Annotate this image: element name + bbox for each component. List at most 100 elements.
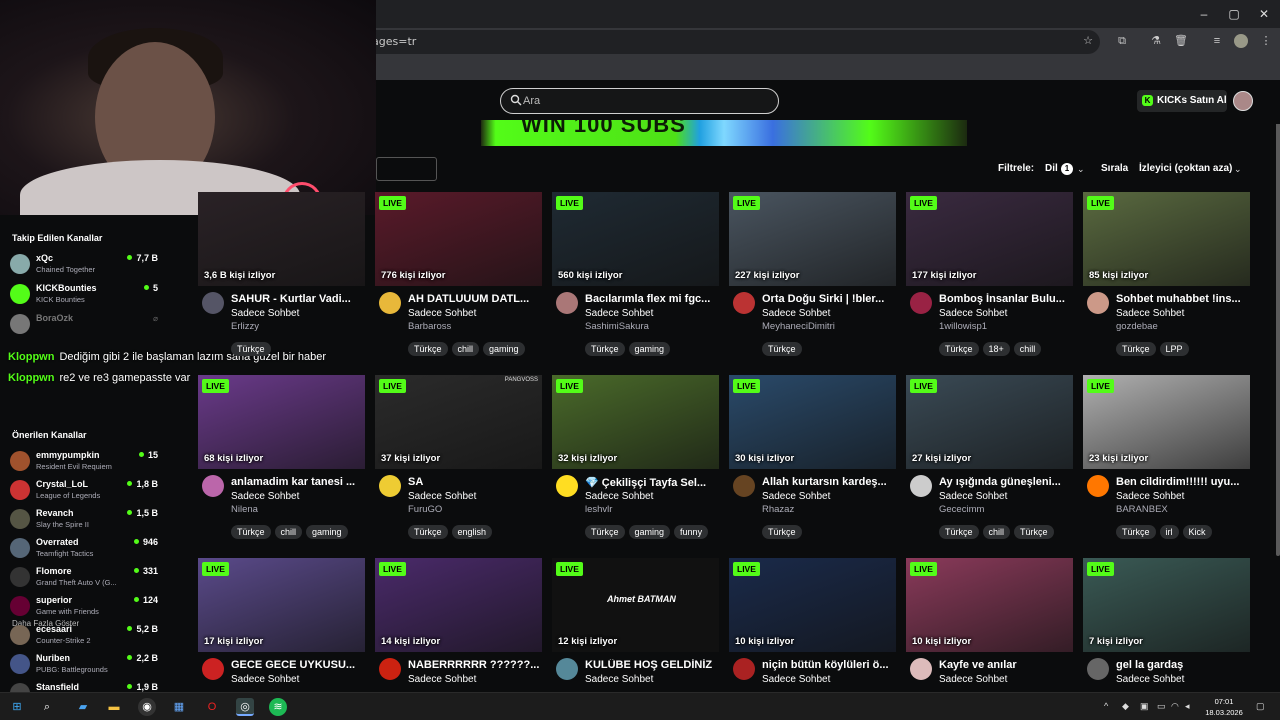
stream-category[interactable]: Sadece Sohbet (231, 308, 299, 319)
stream-tag[interactable]: funny (674, 525, 709, 539)
streamer-name[interactable]: Barbaross (408, 321, 451, 332)
stream-tag[interactable]: Türkçe (1014, 525, 1054, 539)
streamer-name[interactable]: Erlizzy (231, 321, 259, 332)
maximize-icon[interactable]: ▢ (1226, 6, 1242, 22)
page-scrollbar[interactable] (1276, 80, 1280, 556)
stream-thumbnail[interactable]: LIVE 227 kişi izliyor (729, 192, 896, 286)
streamer-avatar[interactable] (733, 658, 755, 680)
followed-channel[interactable]: BoraOzk ⌀ (10, 312, 190, 338)
stream-thumbnail[interactable]: LIVE 10 kişi izliyor (906, 558, 1073, 652)
recommended-channel[interactable]: Nuriben PUBG: Battlegrounds 2,2 B (10, 652, 190, 678)
stream-category[interactable]: Sadece Sohbet (585, 491, 653, 502)
stream-thumbnail[interactable]: LIVE 85 kişi izliyor (1083, 192, 1250, 286)
stream-category[interactable]: Sadece Sohbet (585, 308, 653, 319)
stream-category[interactable]: Sadece Sohbet (231, 674, 299, 685)
stream-tag[interactable]: Türkçe (939, 342, 979, 356)
stream-tag[interactable]: Kick (1182, 525, 1212, 539)
followed-channel[interactable]: xQc Chained Together 7,7 B (10, 252, 190, 278)
recommended-channel[interactable]: emmypumpkin Resident Evil Requiem 15 (10, 449, 190, 475)
minimize-icon[interactable]: – (1196, 6, 1212, 22)
streamer-avatar[interactable] (379, 475, 401, 497)
stream-category[interactable]: Sadece Sohbet (939, 674, 1007, 685)
windows-start-icon[interactable]: ⊞ (8, 698, 26, 716)
promo-banner[interactable]: WIN 100 SUBS (481, 120, 967, 146)
streamer-name[interactable]: 1willowisp1 (939, 321, 987, 332)
stream-title[interactable]: SAHUR - Kurtlar Vadi... (231, 293, 363, 305)
recommended-channel[interactable]: Revanch Slay the Spire II 1,5 B (10, 507, 190, 533)
stream-tag[interactable]: Türkçe (1116, 525, 1156, 539)
stream-card[interactable]: LIVE 32 kişi izliyor 💎 Çekilişçi Tayfa Sel… (552, 375, 719, 545)
stream-category[interactable]: Sadece Sohbet (585, 674, 653, 685)
stream-title[interactable]: AH DATLUUUM DATL... (408, 293, 540, 305)
recommended-channel[interactable]: ecesaari Counter-Strike 2 5,2 B (10, 623, 190, 649)
stream-title[interactable]: SA (408, 476, 540, 488)
language-filter[interactable]: Dil (1045, 163, 1058, 174)
search-icon[interactable]: ⌕ (38, 698, 56, 716)
stream-category[interactable]: Sadece Sohbet (939, 308, 1007, 319)
chrome-icon[interactable]: ◎ (236, 698, 254, 716)
trash-icon[interactable]: 🗑 (1174, 34, 1188, 48)
stream-thumbnail[interactable]: LIVE 17 kişi izliyor (198, 558, 365, 652)
menu-icon[interactable]: ⋮ (1259, 34, 1273, 48)
stream-card[interactable]: LIVE 37 kişi izliyor PANGVOSS SA Sadece Sohb… (375, 375, 542, 545)
stream-tag[interactable]: chill (1013, 342, 1042, 356)
stream-tag[interactable]: english (451, 525, 493, 539)
stream-tag[interactable]: Türkçe (762, 525, 802, 539)
stream-category[interactable]: Sadece Sohbet (762, 491, 830, 502)
stream-tag[interactable]: chill (982, 525, 1011, 539)
playlist-icon[interactable]: ≡ (1210, 34, 1224, 48)
stream-category[interactable]: Sadece Sohbet (939, 491, 1007, 502)
followed-channel[interactable]: KICKBounties KICK Bounties 5 (10, 282, 190, 308)
stream-title[interactable]: KULÜBE HOŞ GELDİNİZ (585, 659, 717, 671)
chevron-down-icon[interactable]: ⌄ (1234, 164, 1242, 175)
spotify-icon[interactable]: ≋ (269, 698, 287, 716)
stream-thumbnail[interactable]: LIVE 177 kişi izliyor (906, 192, 1073, 286)
streamer-name[interactable]: leshvlr (585, 504, 612, 515)
stream-title[interactable]: gel la gardaş (1116, 659, 1248, 671)
streamer-avatar[interactable] (1087, 292, 1109, 314)
system-clock[interactable]: 07:01 18.03.2026 (1202, 696, 1246, 718)
stream-tag[interactable]: Türkçe (231, 342, 271, 356)
stream-thumbnail[interactable]: LIVE 27 kişi izliyor (906, 375, 1073, 469)
streamer-avatar[interactable] (1087, 658, 1109, 680)
tray-app-icon[interactable]: ▣ (1140, 701, 1149, 712)
stream-card[interactable]: LIVE 177 kişi izliyor Bomboş İnsanlar Bulu… (906, 192, 1073, 362)
stream-title[interactable]: Orta Doğu Sirki | !bler... (762, 293, 894, 305)
network-icon[interactable]: ▭ (1157, 701, 1166, 712)
search-box[interactable] (500, 88, 779, 114)
stream-category[interactable]: Sadece Sohbet (231, 491, 299, 502)
search-input[interactable] (523, 89, 763, 113)
notification-icon[interactable]: ▢ (1256, 701, 1265, 712)
stream-tag[interactable]: gaming (483, 342, 525, 356)
stream-card[interactable]: LIVE 560 kişi izliyor Bacılarımla flex mi … (552, 192, 719, 362)
tray-app-icon[interactable]: ◆ (1122, 701, 1129, 712)
stream-tag[interactable]: 18+ (982, 342, 1010, 356)
stream-thumbnail[interactable]: LIVE 37 kişi izliyor PANGVOSS (375, 375, 542, 469)
stream-card[interactable]: LIVE 27 kişi izliyor Ay ışığında güneşleni… (906, 375, 1073, 545)
streamer-avatar[interactable] (379, 658, 401, 680)
stream-category[interactable]: Sadece Sohbet (408, 674, 476, 685)
stream-title[interactable]: Kayfe ve anılar (939, 659, 1071, 671)
streamer-name[interactable]: FuruGO (408, 504, 442, 515)
category-filter-input[interactable] (376, 157, 437, 181)
stream-thumbnail[interactable]: LIVE 10 kişi izliyor (729, 558, 896, 652)
streamer-avatar[interactable] (910, 658, 932, 680)
streamer-name[interactable]: MeyhaneciDimitri (762, 321, 835, 332)
stream-card[interactable]: LIVE 68 kişi izliyor anlamadim kar tanesi … (198, 375, 365, 545)
stream-thumbnail[interactable]: 3,6 B kişi izliyor (198, 192, 365, 286)
stream-thumbnail[interactable]: LIVE 23 kişi izliyor (1083, 375, 1250, 469)
stream-tag[interactable]: LPP (1159, 342, 1189, 356)
stream-category[interactable]: Sadece Sohbet (408, 491, 476, 502)
streamer-avatar[interactable] (556, 292, 578, 314)
stream-title[interactable]: Ay ışığında güneşleni... (939, 476, 1071, 488)
calculator-icon[interactable]: ▦ (170, 698, 188, 716)
stream-card[interactable]: LIVE 227 kişi izliyor Orta Doğu Sirki | !b… (729, 192, 896, 362)
stream-tag[interactable]: Türkçe (939, 525, 979, 539)
extensions-icon[interactable]: ⧉ (1115, 34, 1129, 48)
streamer-avatar[interactable] (556, 475, 578, 497)
stream-title[interactable]: Ben cildirdim!!!!!! uyu... (1116, 476, 1248, 488)
stream-thumbnail[interactable]: LIVE 7 kişi izliyor (1083, 558, 1250, 652)
stream-title[interactable]: Bacılarımla flex mi fgc... (585, 293, 717, 305)
stream-tag[interactable]: Türkçe (231, 525, 271, 539)
stream-tag[interactable]: Türkçe (408, 525, 448, 539)
